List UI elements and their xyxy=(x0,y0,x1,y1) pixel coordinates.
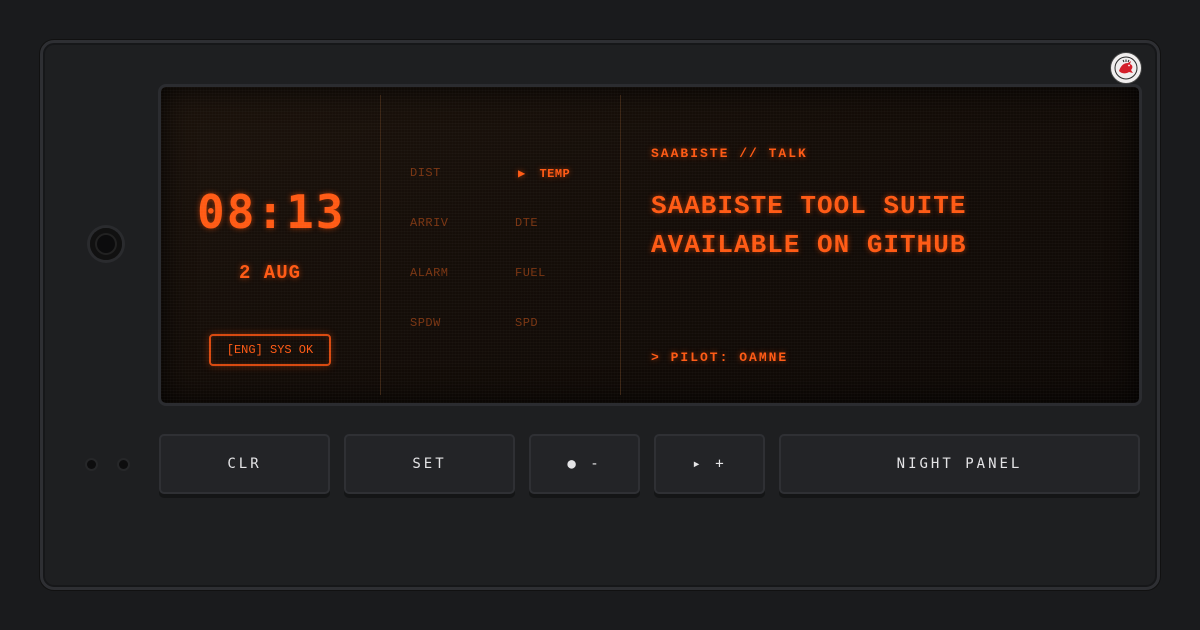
menu-item-temp-label: TEMP xyxy=(539,167,571,181)
menu-item-temp-selected[interactable]: ▶ TEMP xyxy=(518,166,570,181)
channel-title: SAABISTE // TALK xyxy=(651,146,808,161)
menu-item-dte[interactable]: DTE xyxy=(515,216,538,230)
indicator-led-left xyxy=(87,460,96,469)
play-marker-icon: ▶ xyxy=(518,167,526,181)
set-button[interactable]: SET xyxy=(344,434,515,494)
menu-item-spdw[interactable]: SPDW xyxy=(410,316,441,330)
volume-knob[interactable] xyxy=(90,228,122,260)
system-status-button[interactable]: [ENG] SYS OK xyxy=(209,334,331,366)
indicator-led-right xyxy=(119,460,128,469)
display-screen: 08:13 2 AUG [ENG] SYS OK DIST ARRIV ALAR… xyxy=(158,84,1142,406)
pilot-name: > PILOT: OAMNE xyxy=(651,350,789,365)
menu-item-spd[interactable]: SPD xyxy=(515,316,538,330)
menu-item-alarm[interactable]: ALARM xyxy=(410,266,449,280)
screen-divider-right xyxy=(620,95,621,395)
volume-up-button[interactable]: ▸ + xyxy=(654,434,765,494)
dragon-logo-icon xyxy=(1110,52,1142,84)
menu-item-dist[interactable]: DIST xyxy=(410,166,441,180)
clock-display: 08:13 xyxy=(197,185,346,239)
night-panel-button[interactable]: NIGHT PANEL xyxy=(779,434,1140,494)
volume-down-button[interactable]: ● - xyxy=(529,434,640,494)
screen-divider-left xyxy=(380,95,381,395)
date-display: 2 AUG xyxy=(239,262,302,284)
menu-item-arriv[interactable]: ARRIV xyxy=(410,216,449,230)
clr-button[interactable]: CLR xyxy=(159,434,330,494)
menu-item-fuel[interactable]: FUEL xyxy=(515,266,546,280)
message-line-2: AVAILABLE ON GITHUB xyxy=(651,230,967,260)
message-line-1: SAABISTE TOOL SUITE xyxy=(651,191,967,221)
